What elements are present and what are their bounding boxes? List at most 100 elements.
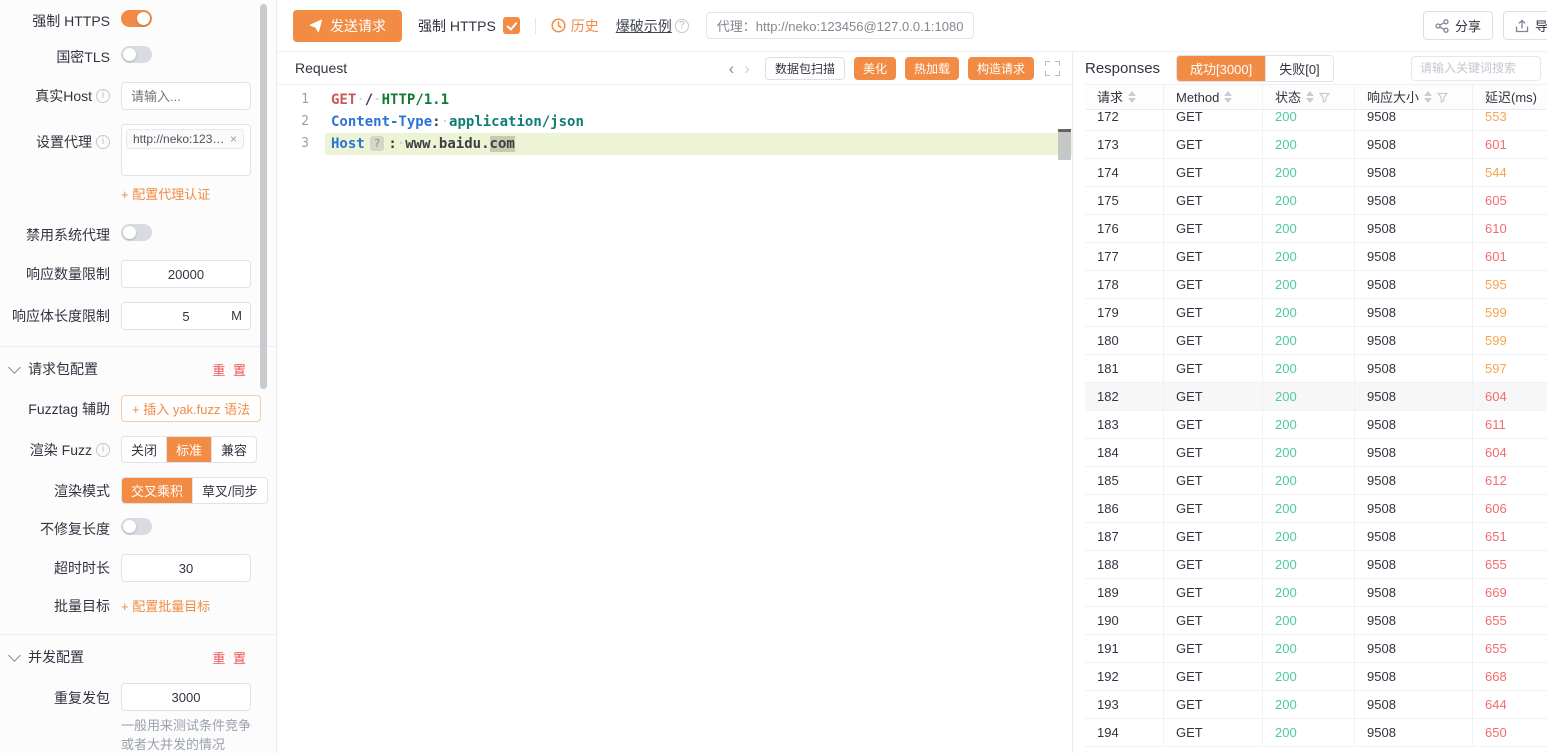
hot-reload-button[interactable]: 热加载 xyxy=(905,57,959,80)
table-row[interactable]: 183GET2009508611 xyxy=(1085,411,1547,439)
fuzz-helper-badge[interactable]: ? xyxy=(370,136,385,151)
code-token: Host xyxy=(331,136,365,152)
column-header-status[interactable]: 状态 xyxy=(1263,85,1355,109)
table-row[interactable]: 182GET2009508604 xyxy=(1085,383,1547,411)
disable-sys-proxy-toggle[interactable] xyxy=(121,224,152,241)
table-row[interactable]: 194GET2009508650 xyxy=(1085,719,1547,747)
blast-example-link[interactable]: 爆破示例 xyxy=(616,16,672,36)
table-row[interactable]: 189GET2009508669 xyxy=(1085,579,1547,607)
packet-scan-button[interactable]: 数据包扫描 xyxy=(765,57,845,80)
request-editor[interactable]: 1GET·/·HTTP/1.12Content-Type:·applicatio… xyxy=(277,85,1072,753)
resp-count-row: 响应数量限制 xyxy=(0,260,276,288)
table-row[interactable]: 173GET2009508601 xyxy=(1085,131,1547,159)
table-row[interactable]: 190GET2009508655 xyxy=(1085,607,1547,635)
render-fuzz-option-compat[interactable]: 兼容 xyxy=(212,437,256,462)
sidebar-scrollbar[interactable] xyxy=(260,4,267,389)
cell-latency: 544 xyxy=(1473,159,1547,186)
timeout-input[interactable] xyxy=(121,554,251,582)
sort-icon[interactable] xyxy=(1424,91,1432,103)
force-https-row: 强制 HTTPS xyxy=(0,10,276,32)
cell-status: 200 xyxy=(1263,271,1355,298)
repeat-label: 重复发包 xyxy=(0,688,110,708)
build-request-button[interactable]: 构造请求 xyxy=(968,57,1034,80)
history-button[interactable]: 历史 xyxy=(551,16,599,36)
search-input[interactable] xyxy=(1411,56,1541,81)
render-mode-row: 渲染模式 交叉乘积 草叉/同步 xyxy=(0,477,276,504)
real-host-input[interactable] xyxy=(121,82,251,110)
sort-icon[interactable] xyxy=(1306,91,1314,103)
table-row[interactable]: 176GET2009508610 xyxy=(1085,215,1547,243)
gmtls-toggle[interactable] xyxy=(121,46,152,63)
export-button[interactable]: 导出 xyxy=(1503,11,1547,40)
beautify-button[interactable]: 美化 xyxy=(854,57,896,80)
table-row[interactable]: 188GET2009508655 xyxy=(1085,551,1547,579)
cell-size: 9508 xyxy=(1355,215,1473,242)
table-row[interactable]: 192GET2009508668 xyxy=(1085,663,1547,691)
next-request-button[interactable]: › xyxy=(739,60,755,77)
render-fuzz-row: 渲染 Fuzzi 关闭 标准 兼容 xyxy=(0,436,276,463)
configure-proxy-auth-link[interactable]: + 配置代理认证 xyxy=(121,187,210,202)
table-row[interactable]: 191GET2009508655 xyxy=(1085,635,1547,663)
sort-icon[interactable] xyxy=(1224,91,1232,103)
proxy-select[interactable]: http://neko:123456@... × xyxy=(121,124,251,176)
table-row[interactable]: 186GET2009508606 xyxy=(1085,495,1547,523)
prev-request-button[interactable]: ‹ xyxy=(724,60,740,77)
render-mode-option-cross[interactable]: 交叉乘积 xyxy=(122,478,193,503)
code-token: com xyxy=(490,136,515,152)
configure-batch-target-link[interactable]: + 配置批量目标 xyxy=(121,599,210,614)
filter-icon[interactable] xyxy=(1437,92,1448,103)
share-button[interactable]: 分享 xyxy=(1423,11,1493,40)
table-row[interactable]: 185GET2009508612 xyxy=(1085,467,1547,495)
concurrent-config-section-header[interactable]: 并发配置 重 置 xyxy=(0,647,276,667)
info-icon: i xyxy=(96,89,110,103)
render-fuzz-option-standard[interactable]: 标准 xyxy=(167,437,212,462)
tab-success[interactable]: 成功[3000] xyxy=(1177,56,1265,81)
table-row[interactable]: 184GET2009508604 xyxy=(1085,439,1547,467)
column-header-method[interactable]: Method xyxy=(1164,85,1263,109)
table-row[interactable]: 175GET2009508605 xyxy=(1085,187,1547,215)
table-row[interactable]: 179GET2009508599 xyxy=(1085,299,1547,327)
code-token: : xyxy=(388,136,396,152)
render-mode-option-pitchfork[interactable]: 草叉/同步 xyxy=(193,478,267,503)
send-request-button[interactable]: 发送请求 xyxy=(293,10,402,42)
column-header-size[interactable]: 响应大小 xyxy=(1355,85,1473,109)
tab-fail[interactable]: 失败[0] xyxy=(1265,56,1332,81)
column-header-latency[interactable]: 延迟(ms) xyxy=(1473,85,1547,109)
render-fuzz-option-off[interactable]: 关闭 xyxy=(122,437,167,462)
cell-size: 9508 xyxy=(1355,551,1473,578)
table-row[interactable]: 174GET2009508544 xyxy=(1085,159,1547,187)
request-config-section-header[interactable]: 请求包配置 重 置 xyxy=(0,359,276,379)
column-header-request[interactable]: 请求 xyxy=(1085,85,1164,109)
request-panel-header: Request ‹ › 数据包扫描 美化 热加载 构造请求 xyxy=(277,52,1072,85)
repeat-input[interactable] xyxy=(121,683,251,711)
proxy-auth-row: + 配置代理认证 xyxy=(0,184,276,204)
table-row[interactable]: 193GET2009508644 xyxy=(1085,691,1547,719)
responses-tabs: 成功[3000] 失败[0] xyxy=(1176,55,1334,82)
cell-size: 9508 xyxy=(1355,411,1473,438)
cell-latency: 644 xyxy=(1473,691,1547,718)
force-https-checkbox[interactable] xyxy=(503,17,520,34)
table-row[interactable]: 177GET2009508601 xyxy=(1085,243,1547,271)
sort-icon[interactable] xyxy=(1128,91,1136,103)
concurrent-config-reset-link[interactable]: 重 置 xyxy=(212,648,248,667)
table-row[interactable]: 180GET2009508599 xyxy=(1085,327,1547,355)
no-fix-length-toggle[interactable] xyxy=(121,518,152,535)
cell-method: GET xyxy=(1164,439,1263,466)
table-row[interactable]: 178GET2009508595 xyxy=(1085,271,1547,299)
filter-icon[interactable] xyxy=(1319,92,1330,103)
cell-status: 200 xyxy=(1263,691,1355,718)
cell-latency: 606 xyxy=(1473,495,1547,522)
cell-request-id: 187 xyxy=(1085,523,1164,550)
force-https-toggle[interactable] xyxy=(121,10,152,27)
table-row[interactable]: 181GET2009508597 xyxy=(1085,355,1547,383)
editor-scrollbar[interactable] xyxy=(1058,132,1071,160)
close-icon[interactable]: × xyxy=(230,132,237,146)
cell-latency: 651 xyxy=(1473,523,1547,550)
proxy-tag[interactable]: http://neko:123456@... × xyxy=(126,129,244,149)
request-config-reset-link[interactable]: 重 置 xyxy=(212,360,248,379)
cell-status: 200 xyxy=(1263,579,1355,606)
insert-fuzz-syntax-button[interactable]: + 插入 yak.fuzz 语法 xyxy=(121,395,261,422)
fullscreen-icon[interactable] xyxy=(1045,61,1060,76)
resp-count-input[interactable] xyxy=(121,260,251,288)
table-row[interactable]: 187GET2009508651 xyxy=(1085,523,1547,551)
